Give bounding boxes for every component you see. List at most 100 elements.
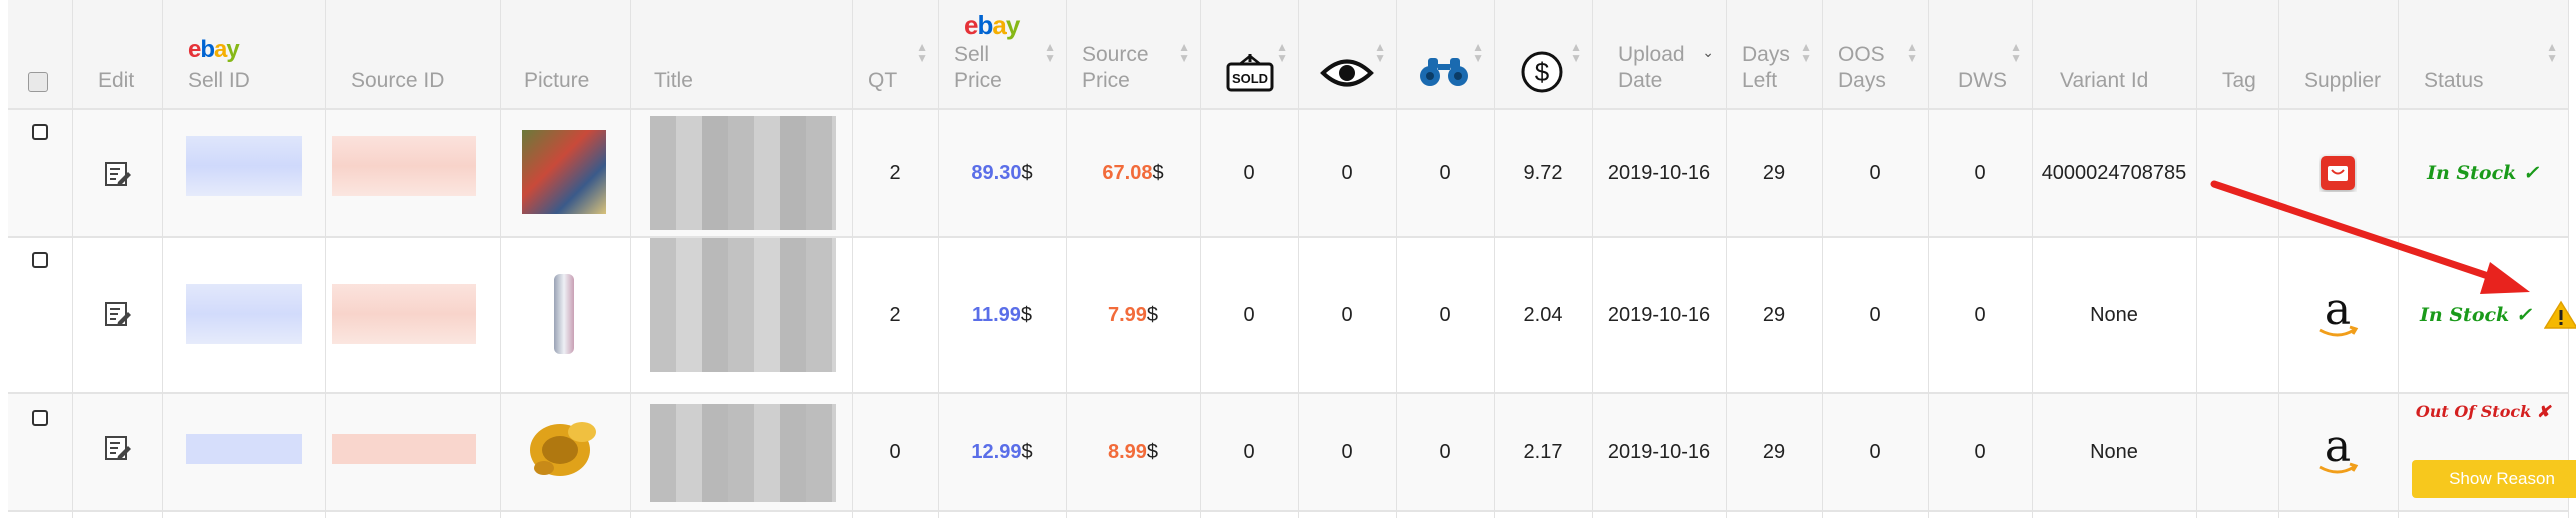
sort-icon[interactable]: ▲ ▼ (1472, 41, 1484, 64)
header-days-left[interactable]: Days Left ▲ ▼ (1726, 0, 1822, 108)
product-picture[interactable] (522, 410, 606, 482)
svg-text:SOLD: SOLD (1232, 71, 1268, 86)
source-price: 8.99 $ (1107, 440, 1159, 463)
oos-days-value: 0 (1869, 161, 1881, 184)
sort-icon[interactable]: ▲ ▼ (1570, 41, 1582, 64)
header-variant-id-label: Variant Id (2060, 69, 2149, 92)
header-source-price[interactable]: Source Price ▲ ▼ (1066, 0, 1200, 108)
edit-icon[interactable] (104, 160, 132, 188)
edit-icon[interactable] (104, 434, 132, 462)
sort-icon[interactable]: ▲ ▼ (2010, 41, 2022, 64)
variant-id-value: None (2090, 440, 2138, 463)
ebay-logo: ebay (188, 36, 240, 63)
chevron-down-icon[interactable]: ⌄ (1702, 44, 1714, 61)
sort-icon[interactable]: ▲ ▼ (1178, 41, 1190, 64)
header-title[interactable]: Title (630, 0, 852, 108)
sort-icon[interactable]: ▲ ▼ (916, 41, 928, 64)
sell-price: 12.99 $ (971, 440, 1033, 463)
supplier-amazon[interactable]: a (2278, 394, 2398, 510)
header-dws-label: DWS (1958, 69, 2007, 92)
header-sell-price-label-1: Sell (954, 43, 990, 66)
sell-price: 11.99 $ (971, 303, 1033, 326)
sort-icon[interactable]: ▲ ▼ (2546, 41, 2558, 64)
header-tag: Tag (2196, 0, 2278, 108)
source-id-redacted (332, 136, 476, 196)
upload-date-value: 2019-10-16 (1607, 161, 1711, 184)
header-supplier-label: Supplier (2304, 69, 2382, 92)
header-sell-id-label: Sell ID (188, 69, 250, 92)
header-status: Status ▲ ▼ (2398, 0, 2568, 108)
header-tag-label: Tag (2222, 69, 2256, 92)
sort-icon[interactable]: ▲ ▼ (1044, 41, 1056, 64)
title-redacted (650, 404, 836, 502)
header-edit: Edit (72, 0, 162, 108)
dws-value: 0 (1974, 303, 1986, 326)
row-checkbox[interactable] (32, 252, 48, 268)
edit-icon[interactable] (104, 300, 132, 328)
svg-text:$: $ (1535, 57, 1550, 87)
views-value: 0 (1439, 161, 1451, 184)
header-source-id[interactable]: Source ID (325, 0, 500, 108)
row-checkbox[interactable] (32, 124, 48, 140)
header-views[interactable]: ▲ ▼ (1396, 0, 1494, 108)
qt-value: 0 (889, 440, 901, 463)
select-all-checkbox[interactable] (28, 72, 48, 92)
header-oos-days-label-1: OOS (1838, 43, 1885, 66)
views-value: 0 (1439, 303, 1451, 326)
header-supplier: Supplier (2278, 0, 2398, 108)
annotation-arrow (2210, 180, 2530, 294)
sold-value: 0 (1243, 440, 1255, 463)
days-left-value: 29 (1762, 440, 1786, 463)
dws-value: 0 (1974, 440, 1986, 463)
days-left-value: 29 (1762, 161, 1786, 184)
header-qt[interactable]: QT ▲ ▼ (852, 0, 938, 108)
watchers-value: 0 (1341, 303, 1353, 326)
header-profit[interactable]: $ ▲ ▼ (1494, 0, 1592, 108)
svg-text:a: a (2325, 425, 2351, 472)
dws-value: 0 (1974, 161, 1986, 184)
profit-value: 2.04 (1523, 303, 1563, 326)
row-checkbox[interactable] (32, 410, 48, 426)
header-dws[interactable]: DWS ▲ ▼ (1928, 0, 2032, 108)
sold-value: 0 (1243, 161, 1255, 184)
profit-value: 2.17 (1523, 440, 1563, 463)
header-select-all (8, 0, 72, 108)
sort-icon[interactable]: ▲ ▼ (1374, 41, 1386, 64)
header-edit-label: Edit (98, 69, 135, 92)
header-status-label: Status (2424, 69, 2484, 92)
show-reason-button[interactable]: Show Reason (2412, 460, 2576, 498)
source-id-redacted (332, 284, 476, 344)
upload-date-value: 2019-10-16 (1607, 440, 1711, 463)
variant-id-value: None (2090, 303, 2138, 326)
header-picture-label: Picture (524, 69, 590, 92)
sold-icon: SOLD (1226, 54, 1274, 92)
header-upload-date-label-1: Upload (1618, 43, 1685, 66)
header-oos-days[interactable]: OOS Days ▲ ▼ (1822, 0, 1928, 108)
days-left-value: 29 (1762, 303, 1786, 326)
header-upload-date-label-2: Date (1618, 69, 1663, 92)
header-qt-label: QT (868, 69, 898, 92)
header-sell-id[interactable]: ebay Sell ID (162, 0, 325, 108)
product-picture[interactable] (554, 274, 574, 354)
sort-icon[interactable]: ▲ ▼ (1906, 41, 1918, 64)
table-row-3: 0 12.99 $ 8.99 $ 0 0 0 2.17 2019-10-16 29 … (0, 394, 2576, 510)
ebay-logo: ebay (964, 10, 1020, 40)
product-picture[interactable] (522, 130, 606, 214)
header-upload-date[interactable]: Upload Date ⌄ (1592, 0, 1726, 108)
sell-id-redacted (186, 434, 302, 464)
header-sold[interactable]: SOLD ▲ ▼ (1200, 0, 1298, 108)
sort-icon[interactable]: ▲ ▼ (1800, 41, 1812, 64)
header-sell-price-label-2: Price (954, 69, 1002, 92)
table-row-2: 2 11.99 $ 7.99 $ 0 0 0 2.04 2019-10-16 29 … (0, 238, 2576, 392)
source-price: 7.99 $ (1107, 303, 1159, 326)
header-watchers[interactable]: ▲ ▼ (1298, 0, 1396, 108)
sort-icon[interactable]: ▲ ▼ (1276, 41, 1288, 64)
header-days-left-label-1: Days (1742, 43, 1790, 66)
variant-id-value: 4000024708785 (2041, 161, 2187, 184)
eye-icon (1320, 59, 1374, 87)
watchers-value: 0 (1341, 161, 1353, 184)
profit-value: 9.72 (1523, 161, 1563, 184)
header-sell-price[interactable]: ebay Sell Price ▲ ▼ (938, 0, 1066, 108)
oos-days-value: 0 (1869, 440, 1881, 463)
qt-value: 2 (889, 161, 901, 184)
